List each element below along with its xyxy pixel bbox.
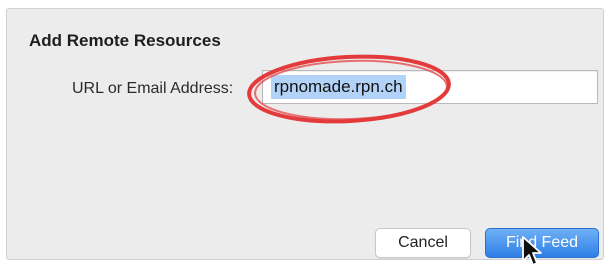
cancel-button[interactable]: Cancel bbox=[375, 228, 471, 258]
add-remote-resources-dialog: Add Remote Resources bbox=[6, 8, 604, 260]
url-input-selected-text: rpnomade.rpn.ch bbox=[271, 75, 406, 99]
url-input[interactable]: rpnomade.rpn.ch bbox=[262, 70, 598, 104]
dialog-title: Add Remote Resources bbox=[29, 31, 221, 50]
arrow-pointer-icon bbox=[522, 236, 542, 266]
screenshot-frame: Add Remote Resources URL or Email Addres… bbox=[0, 0, 609, 267]
url-field-label: URL or Email Address: bbox=[72, 80, 234, 97]
